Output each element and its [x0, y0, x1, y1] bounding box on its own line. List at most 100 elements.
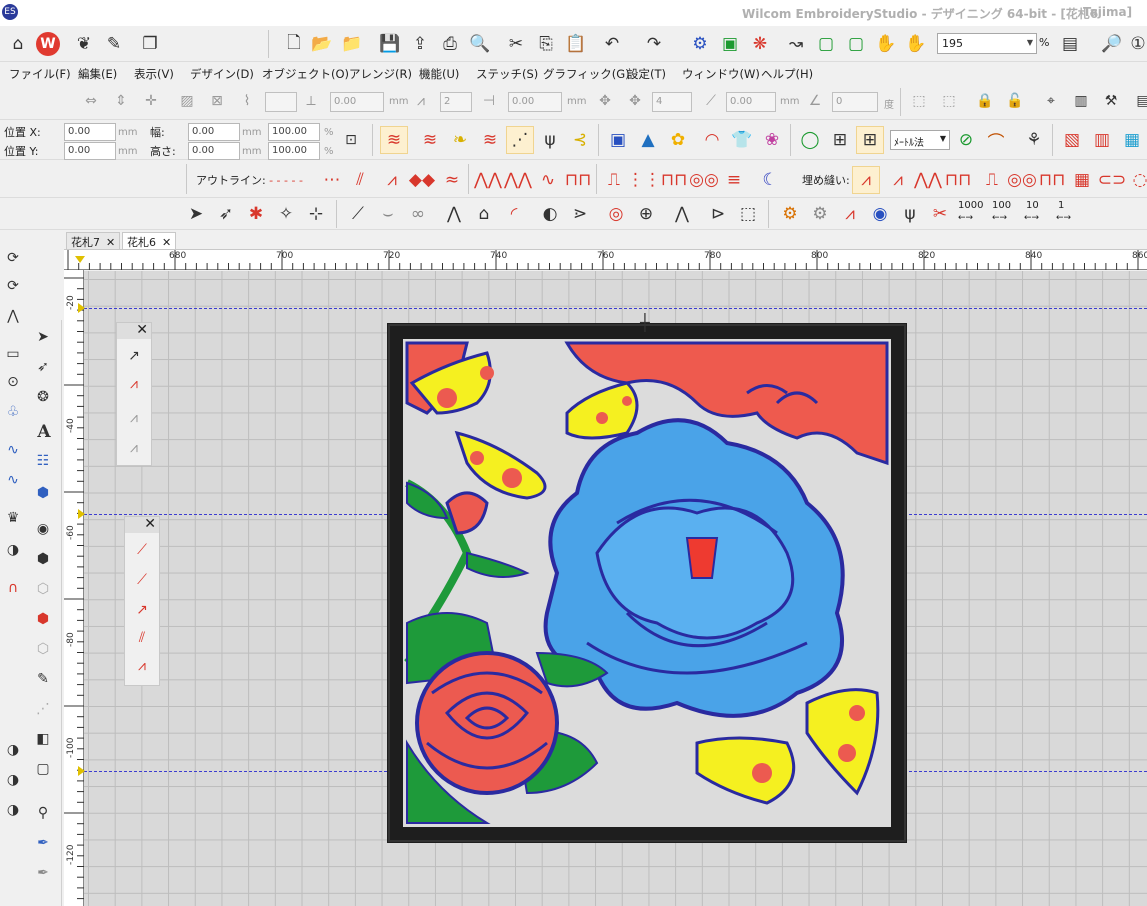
- digitize-curve-2-icon[interactable]: ⟳: [2, 275, 24, 297]
- fill-9-icon[interactable]: ⊂⊃: [1098, 166, 1127, 194]
- fill-5-icon[interactable]: ⎍: [978, 166, 1006, 194]
- scissor-tool-icon[interactable]: ✂: [926, 200, 954, 228]
- print-icon[interactable]: ⎙: [436, 30, 464, 58]
- outline-zigzag-icon[interactable]: ⩘: [378, 166, 406, 194]
- count-1[interactable]: 1: [1058, 200, 1064, 211]
- send-machine-icon[interactable]: ▣: [716, 30, 744, 58]
- run-icon[interactable]: ⋰: [506, 126, 534, 154]
- run-1-icon[interactable]: ⟋: [131, 539, 153, 561]
- arc-tool-icon[interactable]: ◜: [500, 200, 528, 228]
- tshirt-icon[interactable]: 👕: [728, 126, 756, 154]
- hex-tool-2-icon[interactable]: ⬡: [32, 578, 54, 600]
- hoop-icon[interactable]: ▢: [812, 30, 840, 58]
- point-select-icon[interactable]: ✧: [272, 200, 300, 228]
- satin-icon[interactable]: ≋: [380, 126, 408, 154]
- stitch-angle-icon[interactable]: ↗: [123, 345, 145, 367]
- edge-1-icon[interactable]: ⋀⋀: [474, 166, 502, 194]
- fill-1-icon[interactable]: ⩘: [852, 166, 880, 194]
- count-100[interactable]: 100: [992, 200, 1011, 211]
- guide-line[interactable]: [84, 308, 1147, 309]
- cross-stitch-icon[interactable]: ▧: [1058, 126, 1086, 154]
- hex-red-icon[interactable]: ⬢: [32, 608, 54, 630]
- run-double-icon[interactable]: ⫽: [131, 627, 153, 649]
- knife-icon[interactable]: ◐: [536, 200, 564, 228]
- run-3-icon[interactable]: ⟋: [131, 569, 153, 591]
- lock-icon[interactable]: 🔒: [974, 90, 996, 112]
- guide-marker-top[interactable]: [75, 256, 85, 263]
- trim-icon[interactable]: ψ: [896, 200, 924, 228]
- pos-x-input[interactable]: 0.00: [64, 123, 116, 141]
- fish-icon[interactable]: ⊰: [566, 126, 594, 154]
- bottom-tool-1-icon[interactable]: ◑: [2, 739, 24, 761]
- guide-marker[interactable]: [78, 303, 85, 313]
- save-icon[interactable]: 💾: [376, 30, 404, 58]
- ellipse-icon[interactable]: ⊙: [2, 371, 24, 393]
- wrap-icon[interactable]: ⌇: [236, 90, 258, 112]
- width-input[interactable]: 0.00: [188, 123, 240, 141]
- picture-icon[interactable]: ▣: [604, 126, 632, 154]
- paste-icon[interactable]: 📋: [562, 30, 590, 58]
- dashed-select-icon[interactable]: ⬚: [734, 200, 762, 228]
- slant-icon[interactable]: ▨: [176, 90, 198, 112]
- grid-hl-icon[interactable]: ⊞: [856, 126, 884, 154]
- square-tool-icon[interactable]: ▢: [32, 758, 54, 780]
- moon-icon[interactable]: ☾: [756, 166, 784, 194]
- stitch-grey-2-icon[interactable]: ⩘: [123, 437, 145, 459]
- color-select-icon[interactable]: ✱: [242, 200, 270, 228]
- no-entry-icon[interactable]: ⊘: [952, 126, 980, 154]
- center-icon[interactable]: ✛: [140, 90, 162, 112]
- menu-object[interactable]: オブジェクト(O): [262, 66, 349, 82]
- fill-10-icon[interactable]: ◌: [1126, 166, 1147, 194]
- tool-icon[interactable]: ⚒: [1100, 90, 1122, 112]
- scatter-icon[interactable]: ✥: [594, 90, 616, 112]
- stitch-pattern-icon[interactable]: ⩘: [123, 373, 145, 395]
- menu-help[interactable]: ヘルプ(H): [761, 66, 813, 82]
- outline-diamond-icon[interactable]: ◆◆: [408, 166, 436, 194]
- layers-icon[interactable]: ❐: [136, 30, 164, 58]
- machine-icon[interactable]: ⚙: [686, 30, 714, 58]
- show2-icon[interactable]: ✋: [902, 30, 930, 58]
- shapes-icon[interactable]: ▲: [634, 126, 662, 154]
- hoop-color-icon[interactable]: ◠: [698, 126, 726, 154]
- balloon-icon[interactable]: ❦: [70, 30, 98, 58]
- tab-hanafuda6[interactable]: 花札6 ✕: [122, 232, 177, 250]
- height-icon[interactable]: ⟂: [300, 90, 322, 112]
- bottom-tool-2-icon[interactable]: ◑: [2, 769, 24, 791]
- run-arrow-icon[interactable]: ↗: [131, 599, 153, 621]
- thread-icon[interactable]: ⚘: [1020, 126, 1048, 154]
- circle-tool-icon[interactable]: ◎: [602, 200, 630, 228]
- spacing-input[interactable]: [265, 92, 297, 112]
- redo-icon[interactable]: ↷: [640, 30, 668, 58]
- new-file-icon[interactable]: 🗋: [280, 30, 308, 58]
- menu-graphic[interactable]: グラフィック(G): [543, 66, 630, 82]
- fill-4-icon[interactable]: ⊓⊓: [944, 166, 972, 194]
- bottom-tool-3-icon[interactable]: ◑: [2, 799, 24, 821]
- book-icon[interactable]: ▥: [1070, 90, 1092, 112]
- node-icon[interactable]: ⌖: [1040, 90, 1062, 112]
- angle-input[interactable]: 0: [832, 92, 878, 112]
- gap-icon[interactable]: ⊣: [478, 90, 500, 112]
- distance-input[interactable]: 0.00: [726, 92, 776, 112]
- run-zigzag-icon[interactable]: ⩘: [131, 655, 153, 677]
- angle-icon[interactable]: ∠: [804, 90, 826, 112]
- reshape-arrow-icon[interactable]: ➶: [212, 200, 240, 228]
- close-icon[interactable]: ✕: [106, 236, 115, 249]
- wilcom-icon[interactable]: W: [34, 30, 62, 58]
- magnify-tool-icon[interactable]: ⚲: [32, 802, 54, 824]
- machine-tool-2-icon[interactable]: ⚙: [806, 200, 834, 228]
- leaf-icon[interactable]: ❧: [446, 126, 474, 154]
- menu-edit[interactable]: 編集(E): [78, 66, 117, 82]
- hoop2-icon[interactable]: ▢: [842, 30, 870, 58]
- close-icon[interactable]: ✕: [136, 322, 148, 338]
- fork-icon[interactable]: ψ: [536, 126, 564, 154]
- settings-wand-icon[interactable]: ✎: [100, 30, 128, 58]
- menu-arrange[interactable]: アレンジ(R): [349, 66, 412, 82]
- open-recent-icon[interactable]: 📁: [338, 30, 366, 58]
- open-folder-icon[interactable]: 📂: [308, 30, 336, 58]
- count-10[interactable]: 10: [1026, 200, 1039, 211]
- cut-icon[interactable]: ✂: [502, 30, 530, 58]
- texture-icon[interactable]: ▦: [1118, 126, 1146, 154]
- edge-6-icon[interactable]: ⋮⋮: [627, 166, 661, 194]
- zoom-combo[interactable]: 195 ▼: [937, 33, 1037, 54]
- fill-7-icon[interactable]: ⊓⊓: [1038, 166, 1066, 194]
